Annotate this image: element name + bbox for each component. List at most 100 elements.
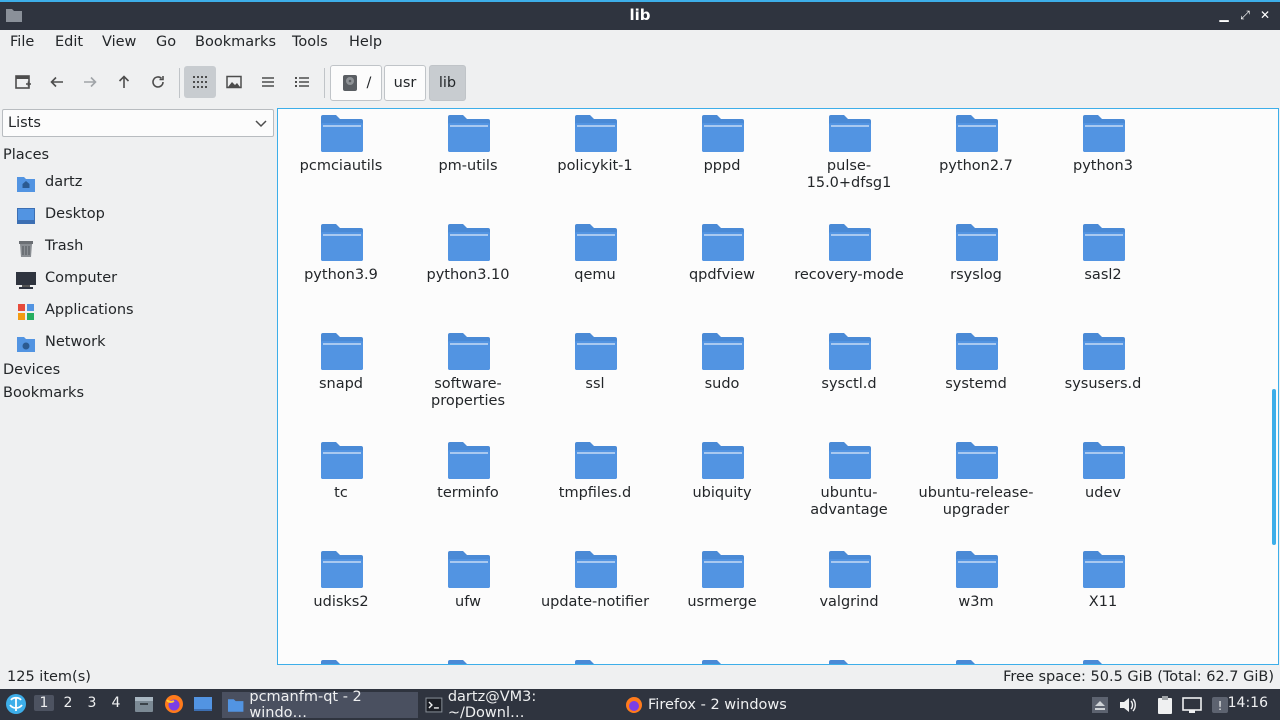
close-icon[interactable]: ✕: [1257, 7, 1273, 23]
bookmarks-heading[interactable]: Bookmarks: [3, 385, 84, 401]
sidebar-item-home[interactable]: dartz: [16, 170, 274, 198]
sidebar-item-desktop[interactable]: Desktop: [16, 202, 274, 230]
menu-edit[interactable]: Edit: [55, 34, 83, 50]
task-firefox[interactable]: Firefox - 2 windows: [620, 692, 816, 718]
folder-item[interactable]: sudo: [660, 328, 784, 428]
folder-item[interactable]: pm-utils: [406, 110, 530, 210]
folder-item[interactable]: pcmciautils: [279, 110, 403, 210]
folder-item[interactable]: pulse-15.0+dfsg1: [787, 110, 911, 210]
folder-item[interactable]: udisks2: [279, 546, 403, 646]
clipboard-icon[interactable]: [1155, 695, 1175, 715]
eject-icon[interactable]: [1090, 695, 1110, 715]
folder-item[interactable]: software-properties: [406, 328, 530, 428]
folder-item[interactable]: w3m: [914, 546, 1038, 646]
menu-view[interactable]: View: [102, 34, 136, 50]
path-segment-usr[interactable]: usr: [384, 65, 426, 101]
folder-name: python2.7: [939, 158, 1013, 174]
folder-name: tmpfiles.d: [558, 485, 632, 501]
reload-button[interactable]: [142, 66, 174, 98]
folder-item-partial[interactable]: [660, 655, 784, 664]
menu-file[interactable]: File: [10, 34, 34, 50]
folder-item-partial[interactable]: [279, 655, 403, 664]
devices-heading[interactable]: Devices: [3, 362, 60, 378]
folder-item[interactable]: policykit-1: [533, 110, 657, 210]
task-pcmanfm[interactable]: pcmanfm-qt - 2 windo…: [222, 689, 418, 720]
minimize-icon[interactable]: ▁: [1216, 7, 1232, 23]
menu-tools[interactable]: Tools: [292, 34, 328, 50]
folder-item[interactable]: recovery-mode: [787, 219, 911, 319]
path-root-button[interactable]: /: [330, 65, 382, 101]
folder-item[interactable]: sysctl.d: [787, 328, 911, 428]
menu-help[interactable]: Help: [349, 34, 382, 50]
side-pane-mode-select[interactable]: Lists: [2, 109, 274, 137]
folder-item[interactable]: sasl2: [1041, 219, 1165, 319]
folder-item[interactable]: valgrind: [787, 546, 911, 646]
clock[interactable]: 14:16: [1228, 695, 1268, 711]
maximize-icon[interactable]: ⤢: [1237, 7, 1253, 23]
folder-item[interactable]: python3.10: [406, 219, 530, 319]
folder-item[interactable]: python2.7: [914, 110, 1038, 210]
new-tab-button[interactable]: [7, 66, 39, 98]
workspace-3[interactable]: 3: [82, 695, 102, 711]
folder-item-partial[interactable]: [533, 655, 657, 664]
folder-item[interactable]: terminfo: [406, 437, 530, 537]
firefox-launcher-icon[interactable]: [164, 694, 184, 714]
forward-button[interactable]: [74, 66, 106, 98]
folder-item-partial[interactable]: [914, 655, 1038, 664]
menu-go[interactable]: Go: [156, 34, 176, 50]
network-status-icon[interactable]: [1182, 695, 1202, 715]
folder-item[interactable]: tmpfiles.d: [533, 437, 657, 537]
folder-item[interactable]: udev: [1041, 437, 1165, 537]
folder-item-partial[interactable]: [787, 655, 911, 664]
detailed-view-button[interactable]: [286, 66, 318, 98]
desktop-launcher-icon[interactable]: [193, 694, 213, 714]
folder-item[interactable]: python3: [1041, 110, 1165, 210]
sidebar-item-trash[interactable]: Trash: [16, 234, 274, 262]
thumbnail-view-button[interactable]: [218, 66, 250, 98]
folder-item[interactable]: ssl: [533, 328, 657, 428]
folder-item[interactable]: ubuntu-release-upgrader: [914, 437, 1038, 537]
scrollbar[interactable]: [1272, 389, 1276, 545]
folder-item-partial[interactable]: [406, 655, 530, 664]
path-segment-lib[interactable]: lib: [429, 65, 466, 101]
start-menu-icon[interactable]: [5, 693, 27, 715]
folder-item[interactable]: python3.9: [279, 219, 403, 319]
folder-item[interactable]: ubuntu-advantage: [787, 437, 911, 537]
workspace-2[interactable]: 2: [58, 695, 78, 711]
folder-item[interactable]: tc: [279, 437, 403, 537]
workspace-4[interactable]: 4: [106, 695, 126, 711]
workspace-1[interactable]: 1: [34, 695, 54, 711]
folder-item[interactable]: sysusers.d: [1041, 328, 1165, 428]
folder-item[interactable]: snapd: [279, 328, 403, 428]
folder-view[interactable]: pcmciautils pm-utils policykit-1 pppd pulse-…: [277, 108, 1279, 665]
back-button[interactable]: [41, 66, 73, 98]
task-terminal[interactable]: dartz@VM3: ~/Downl…: [420, 689, 616, 720]
folder-item[interactable]: X11: [1041, 546, 1165, 646]
folder-item[interactable]: qpdfview: [660, 219, 784, 319]
file-manager-launcher-icon[interactable]: [134, 694, 154, 714]
icon-view-button[interactable]: [184, 66, 216, 98]
volume-icon[interactable]: [1118, 695, 1138, 715]
folder-name: pppd: [703, 158, 741, 174]
folder-item[interactable]: rsyslog: [914, 219, 1038, 319]
reload-icon: [152, 76, 164, 88]
places-heading[interactable]: Places: [3, 147, 49, 163]
folder-item[interactable]: update-notifier: [533, 546, 657, 646]
up-button[interactable]: [108, 66, 140, 98]
folder-item[interactable]: usrmerge: [660, 546, 784, 646]
folder-item-partial[interactable]: [1041, 655, 1165, 664]
terminal-icon: [425, 697, 443, 713]
compact-view-button[interactable]: [252, 66, 284, 98]
folder-icon: [956, 442, 998, 479]
folder-item[interactable]: systemd: [914, 328, 1038, 428]
applications-icon: [18, 304, 34, 320]
folder-item[interactable]: qemu: [533, 219, 657, 319]
sidebar-item-network[interactable]: Network: [16, 330, 274, 358]
sidebar-item-computer[interactable]: Computer: [16, 266, 274, 294]
menu-bookmarks[interactable]: Bookmarks: [195, 34, 276, 50]
image-icon: [226, 75, 242, 89]
sidebar-item-applications[interactable]: Applications: [16, 298, 274, 326]
folder-item[interactable]: ufw: [406, 546, 530, 646]
folder-item[interactable]: ubiquity: [660, 437, 784, 537]
folder-item[interactable]: pppd: [660, 110, 784, 210]
